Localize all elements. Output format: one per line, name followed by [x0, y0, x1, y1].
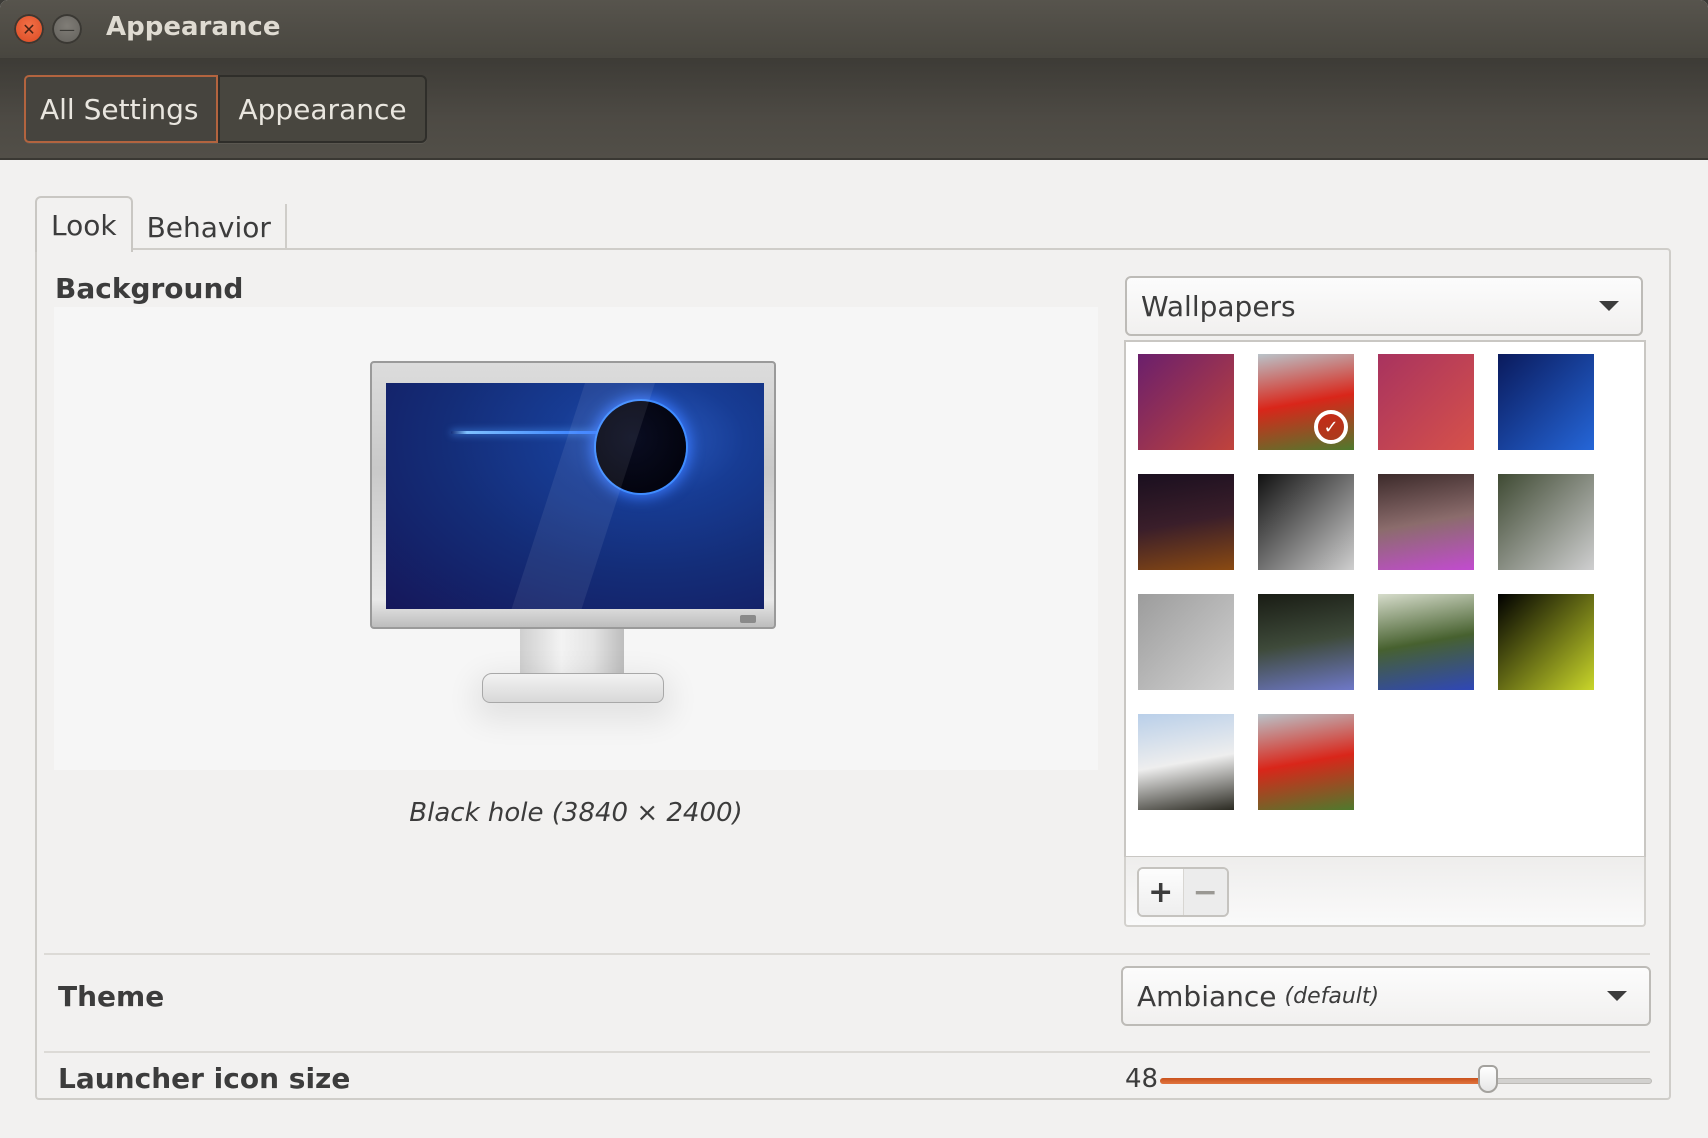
wallpaper-grid-toolbar: + −	[1124, 857, 1646, 927]
close-button[interactable]: ✕	[14, 14, 44, 44]
launcher-icon-size-value: 48	[1125, 1064, 1159, 1094]
appearance-window: ✕ — Appearance All Settings Appearance L…	[0, 0, 1708, 1138]
monitor-base	[482, 673, 664, 703]
wallpaper-caption: Black hole (3840 × 2400)	[409, 798, 743, 828]
wallpaper-thumbnail-ubuntu-magenta-swirl[interactable]	[1378, 354, 1474, 450]
minimize-icon: —	[59, 19, 75, 39]
selected-check-icon: ✓	[1314, 410, 1348, 444]
tab-bar: Look Behavior	[35, 196, 287, 252]
header-toolbar: All Settings Appearance	[0, 58, 1708, 160]
wallpaper-thumbnail-misty-forest[interactable]	[1138, 714, 1234, 810]
add-wallpaper-button[interactable]: +	[1139, 869, 1184, 915]
divider	[44, 1051, 1650, 1053]
preview-glare	[507, 383, 655, 609]
wallpaper-thumbnail-soap-bubble[interactable]	[1378, 474, 1474, 570]
breadcrumb: All Settings Appearance	[24, 75, 427, 143]
wallpaper-thumbnail-frosty-ice[interactable]	[1138, 594, 1234, 690]
background-preview	[54, 307, 1098, 770]
plus-icon: +	[1148, 874, 1174, 910]
slider-fill	[1160, 1078, 1488, 1084]
wallpaper-source-select[interactable]: Wallpapers	[1125, 276, 1643, 336]
monitor-power-led	[740, 615, 756, 623]
theme-default-suffix: (default)	[1284, 983, 1380, 1009]
wallpaper-thumbnail-passion-flower[interactable]	[1378, 594, 1474, 690]
wallpaper-grid: ✓	[1124, 340, 1646, 858]
monitor-preview-icon	[370, 361, 776, 703]
wallpaper-thumbnail-station-clock[interactable]	[1258, 474, 1354, 570]
wallpaper-thumbnail-dark-forest-lights[interactable]	[1258, 594, 1354, 690]
breadcrumb-all-settings[interactable]: All Settings	[24, 75, 219, 143]
launcher-icon-size-slider[interactable]	[1160, 1065, 1652, 1093]
theme-value: Ambiance	[1137, 979, 1277, 1013]
wallpaper-thumbnail-feathery-grass[interactable]	[1498, 474, 1594, 570]
background-section-label: Background	[55, 272, 244, 305]
close-icon: ✕	[22, 19, 36, 39]
breadcrumb-appearance[interactable]: Appearance	[218, 77, 424, 141]
tab-look[interactable]: Look	[35, 196, 133, 252]
theme-select[interactable]: Ambiance (default)	[1121, 966, 1651, 1026]
theme-label: Theme	[58, 980, 165, 1013]
window-title: Appearance	[106, 12, 281, 42]
wallpaper-thumbnail-black-hole[interactable]	[1498, 354, 1594, 450]
launcher-icon-size-label: Launcher icon size	[58, 1062, 351, 1095]
slider-thumb[interactable]	[1478, 1065, 1498, 1093]
chevron-down-icon	[1599, 301, 1619, 311]
wallpaper-thumbnail-milky-way-night[interactable]	[1138, 474, 1234, 570]
tab-behavior[interactable]: Behavior	[133, 204, 287, 250]
wallpaper-thumbnail-poppy-field-2[interactable]	[1258, 714, 1354, 810]
wallpaper-preview-screen	[386, 383, 764, 609]
remove-wallpaper-button[interactable]: −	[1183, 869, 1227, 915]
wallpaper-thumbnail-yellow-flower-dark[interactable]	[1498, 594, 1594, 690]
titlebar: ✕ — Appearance	[0, 0, 1708, 58]
monitor-bezel	[370, 361, 776, 629]
wallpaper-thumbnail-poppy-field[interactable]: ✓	[1258, 354, 1354, 450]
minus-icon: −	[1192, 874, 1218, 910]
divider	[44, 953, 1650, 955]
wallpaper-thumbnail-ubuntu-purple-gradient[interactable]	[1138, 354, 1234, 450]
chevron-down-icon	[1607, 991, 1627, 1001]
minimize-button[interactable]: —	[52, 14, 82, 44]
add-remove-group: + −	[1137, 867, 1229, 917]
wallpaper-source-value: Wallpapers	[1141, 289, 1296, 323]
